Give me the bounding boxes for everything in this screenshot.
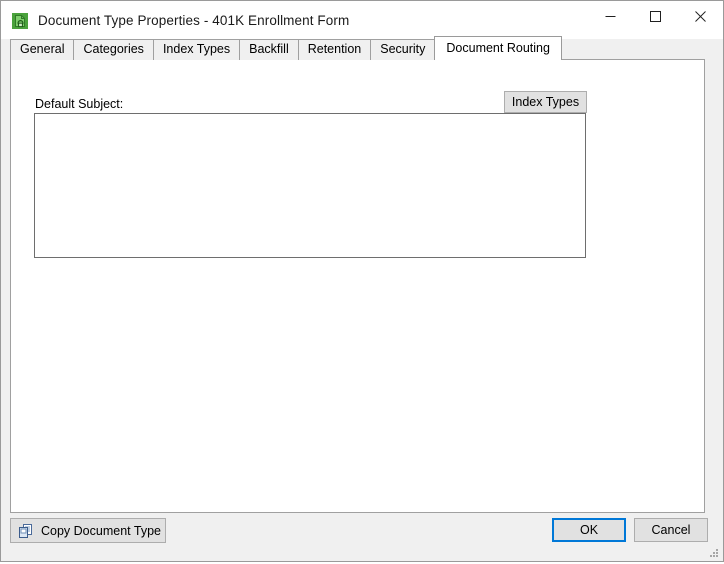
- copy-documents-icon: [18, 523, 34, 539]
- dialog-footer: Copy Document Type OK Cancel: [1, 513, 723, 561]
- minimize-icon[interactable]: [588, 1, 633, 32]
- tab-index-types[interactable]: Index Types: [152, 39, 241, 60]
- tab-backfill[interactable]: Backfill: [239, 39, 299, 60]
- copy-document-type-label: Copy Document Type: [41, 523, 161, 538]
- tab-general[interactable]: General: [10, 39, 75, 60]
- tab-security[interactable]: Security: [370, 39, 436, 60]
- tab-strip: General Categories Index Types Backfill …: [10, 36, 723, 60]
- window-title: Document Type Properties - 401K Enrollme…: [38, 12, 350, 28]
- cancel-button[interactable]: Cancel: [634, 518, 708, 542]
- tab-document-routing[interactable]: Document Routing: [434, 36, 562, 60]
- index-types-button[interactable]: Index Types: [504, 91, 587, 113]
- document-type-properties-dialog: Document Type Properties - 401K Enrollme…: [0, 0, 724, 562]
- tab-categories[interactable]: Categories: [73, 39, 154, 60]
- copy-document-type-button[interactable]: Copy Document Type: [10, 518, 166, 543]
- titlebar: Document Type Properties - 401K Enrollme…: [1, 1, 723, 39]
- document-lock-icon: [12, 13, 28, 29]
- window-controls: [588, 1, 723, 32]
- resize-grip-icon[interactable]: [708, 546, 720, 558]
- close-icon[interactable]: [678, 1, 723, 32]
- default-subject-label: Default Subject:: [35, 97, 124, 111]
- default-subject-input[interactable]: [34, 113, 586, 258]
- ok-button[interactable]: OK: [552, 518, 626, 542]
- document-routing-panel: Default Subject: Index Types: [10, 59, 705, 513]
- maximize-icon[interactable]: [633, 1, 678, 32]
- tab-retention[interactable]: Retention: [297, 39, 372, 60]
